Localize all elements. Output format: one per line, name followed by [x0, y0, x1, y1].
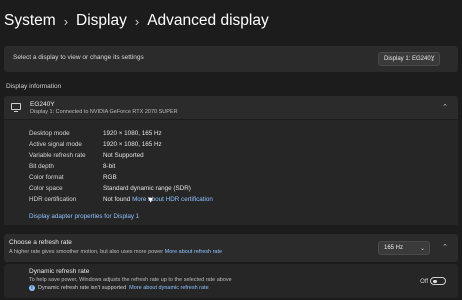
dynamic-refresh-note: i Dynamic refresh rate isn't supported M…: [29, 285, 209, 291]
refresh-rate-dropdown[interactable]: 165 Hz ⌄: [378, 241, 430, 255]
refresh-rate-subtitle-text: A higher rate gives smoother motion, but…: [9, 249, 164, 255]
info-value: Standard dynamic range (SDR): [103, 185, 191, 192]
display-select-dropdown[interactable]: Display 1: EG240Y ⌄: [378, 52, 440, 66]
dynamic-refresh-toggle[interactable]: [430, 277, 446, 285]
display-subtitle: Display 1: Connected to NVIDIA GeForce R…: [30, 109, 178, 115]
info-key: Color space: [29, 185, 63, 192]
info-value: RGB: [103, 174, 117, 181]
chevron-right-icon: ›: [134, 13, 140, 29]
info-icon: i: [29, 285, 35, 291]
chevron-right-icon: ›: [63, 13, 69, 29]
page-title: Advanced display: [147, 12, 269, 29]
display-name: EG240Y: [30, 101, 55, 108]
dynamic-refresh-note-text: Dynamic refresh rate isn't supported: [38, 285, 127, 291]
chevron-up-icon[interactable]: ⌃: [442, 103, 448, 111]
monitor-icon: [11, 103, 21, 113]
breadcrumb-display[interactable]: Display: [76, 12, 127, 30]
select-display-card: Select a display to view or change its s…: [4, 46, 458, 72]
display-select-value: Display 1: EG240Y: [384, 56, 435, 62]
hdr-certification-link[interactable]: More about HDR certification: [132, 196, 213, 203]
info-value: Not Supported: [103, 152, 144, 159]
dynamic-refresh-subtitle: To help save power, Windows adjusts the …: [29, 277, 232, 283]
dynamic-refresh-toggle-label: Off: [420, 279, 428, 285]
select-display-label: Select a display to view or change its s…: [13, 54, 144, 61]
dynamic-refresh-title: Dynamic refresh rate: [29, 268, 90, 275]
refresh-rate-title: Choose a refresh rate: [9, 239, 72, 246]
chevron-down-icon: ⌄: [419, 246, 425, 252]
info-row: Bit depth 8-bit: [29, 163, 115, 170]
info-key: Bit depth: [29, 163, 54, 170]
info-row: Variable refresh rate Not Supported: [29, 152, 144, 159]
info-row: Color space Standard dynamic range (SDR): [29, 185, 191, 192]
chevron-up-icon[interactable]: ⌃: [442, 243, 448, 251]
info-value: Not found: [103, 196, 131, 203]
info-row: Desktop mode 1920 × 1080, 165 Hz: [29, 130, 162, 137]
info-value: 1920 × 1080, 165 Hz: [103, 141, 162, 148]
dynamic-refresh-link[interactable]: More about dynamic refresh rate: [129, 285, 208, 291]
info-row: HDR certification Not found More about HD…: [29, 196, 213, 203]
refresh-rate-link[interactable]: More about refresh rate: [165, 249, 222, 255]
toggle-knob: [433, 279, 437, 283]
refresh-rate-card: Choose a refresh rate A higher rate give…: [4, 234, 458, 262]
display-info-header[interactable]: EG240Y Display 1: Connected to NVIDIA Ge…: [4, 96, 458, 119]
info-key: Desktop mode: [29, 130, 70, 137]
info-key: HDR certification: [29, 196, 77, 203]
display-info-card: EG240Y Display 1: Connected to NVIDIA Ge…: [4, 96, 458, 225]
info-value: 1920 × 1080, 165 Hz: [103, 130, 162, 137]
refresh-rate-subtitle: A higher rate gives smoother motion, but…: [9, 249, 222, 255]
dynamic-refresh-card: Dynamic refresh rate To help save power,…: [4, 264, 458, 298]
breadcrumb: System › Display › Advanced display: [4, 8, 269, 34]
display-adapter-properties-link[interactable]: Display adapter properties for Display 1: [29, 213, 139, 220]
info-row: Color format RGB: [29, 174, 117, 181]
chevron-down-icon: ⌄: [429, 57, 435, 63]
info-key: Active signal mode: [29, 141, 82, 148]
section-title-display-information: Display information: [6, 83, 62, 90]
info-row: Active signal mode 1920 × 1080, 165 Hz: [29, 141, 162, 148]
refresh-rate-value: 165 Hz: [384, 245, 404, 251]
info-key: Variable refresh rate: [29, 152, 86, 159]
info-value: 8-bit: [103, 163, 116, 170]
info-key: Color format: [29, 174, 64, 181]
breadcrumb-system[interactable]: System: [4, 12, 56, 30]
display-info-body: Desktop mode 1920 × 1080, 165 Hz Active s…: [4, 119, 458, 225]
